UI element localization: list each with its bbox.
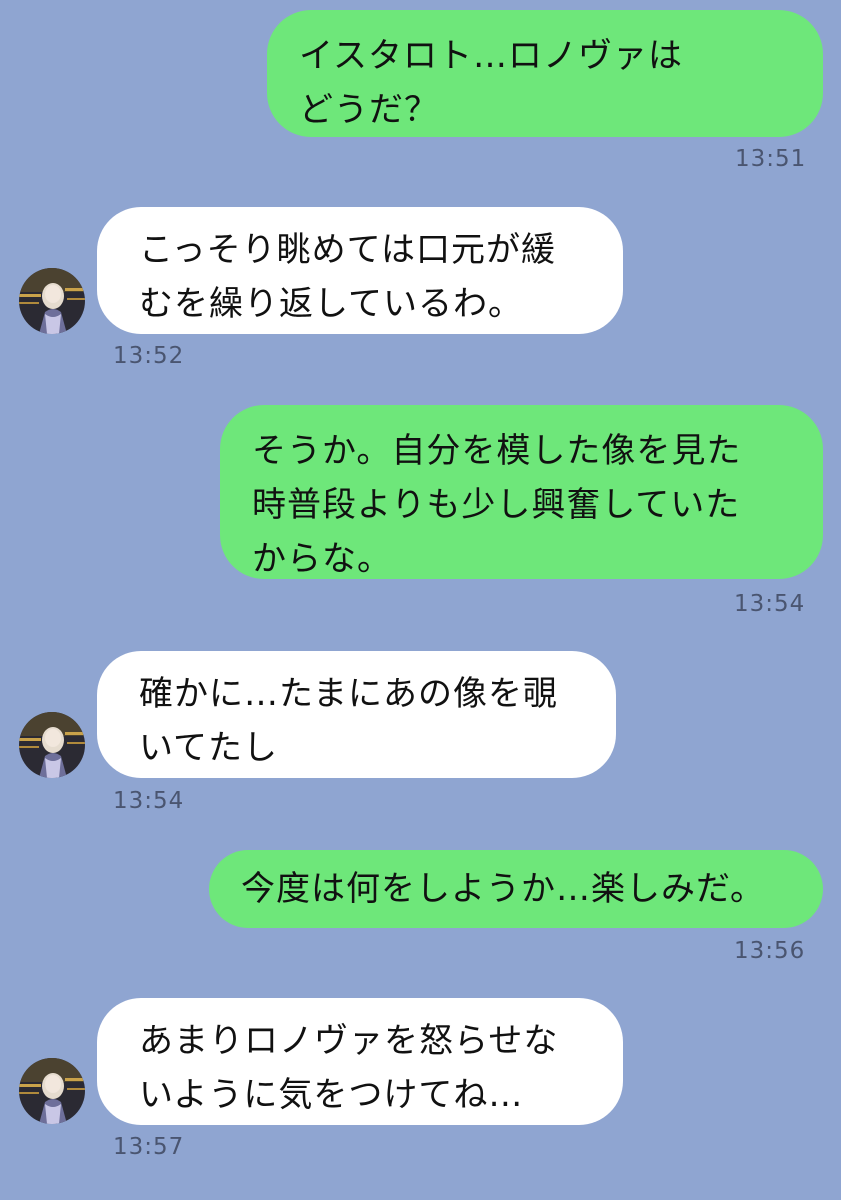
message-timestamp: 13:56 — [734, 938, 806, 964]
message-timestamp: 13:54 — [734, 591, 806, 617]
message-text-line: どうだ？ — [299, 90, 439, 130]
message-timestamp: 13:51 — [735, 146, 807, 172]
message-text-line: あまりロノヴァを怒らせな — [139, 1021, 559, 1061]
message-text-line: いように気をつけてね… — [139, 1075, 524, 1115]
message-bubble-sent[interactable]: イスタロト…ロノヴァは どうだ？ — [267, 10, 823, 137]
avatar-photo-icon[interactable] — [19, 268, 85, 334]
message-text-line: むを繰り返しているわ。 — [139, 284, 523, 324]
message-text-line: いてたし — [139, 728, 278, 768]
message-bubble-sent[interactable]: そうか。自分を模した像を見た 時普段よりも少し興奮していた からな。 — [220, 405, 823, 579]
message-text-line: こっそり眺めては口元が緩 — [139, 230, 556, 270]
message-bubble-received[interactable]: こっそり眺めては口元が緩 むを繰り返しているわ。 — [97, 207, 623, 334]
message-text-line: そうか。自分を模した像を見た — [252, 431, 742, 471]
avatar-photo-icon[interactable] — [19, 712, 85, 778]
message-text-line: からな。 — [252, 539, 392, 579]
message-timestamp: 13:54 — [113, 788, 185, 814]
message-timestamp: 13:57 — [113, 1134, 185, 1160]
message-bubble-received[interactable]: あまりロノヴァを怒らせな いように気をつけてね… — [97, 998, 623, 1125]
message-text-line: 今度は何をしようか…楽しみだ。 — [241, 869, 765, 909]
message-timestamp: 13:52 — [113, 343, 185, 369]
message-text-line: イスタロト…ロノヴァは — [299, 36, 683, 76]
message-text-line: 時普段よりも少し興奮していた — [252, 485, 741, 525]
message-text-line: 確かに…たまにあの像を覗 — [139, 674, 558, 714]
message-bubble-received[interactable]: 確かに…たまにあの像を覗 いてたし — [97, 651, 616, 778]
chat-view: イスタロト…ロノヴァは どうだ？ 13:51 こっそり眺めては口元が緩 むを繰り… — [0, 0, 841, 1200]
message-bubble-sent[interactable]: 今度は何をしようか…楽しみだ。 — [209, 850, 823, 928]
avatar-photo-icon[interactable] — [19, 1058, 85, 1124]
